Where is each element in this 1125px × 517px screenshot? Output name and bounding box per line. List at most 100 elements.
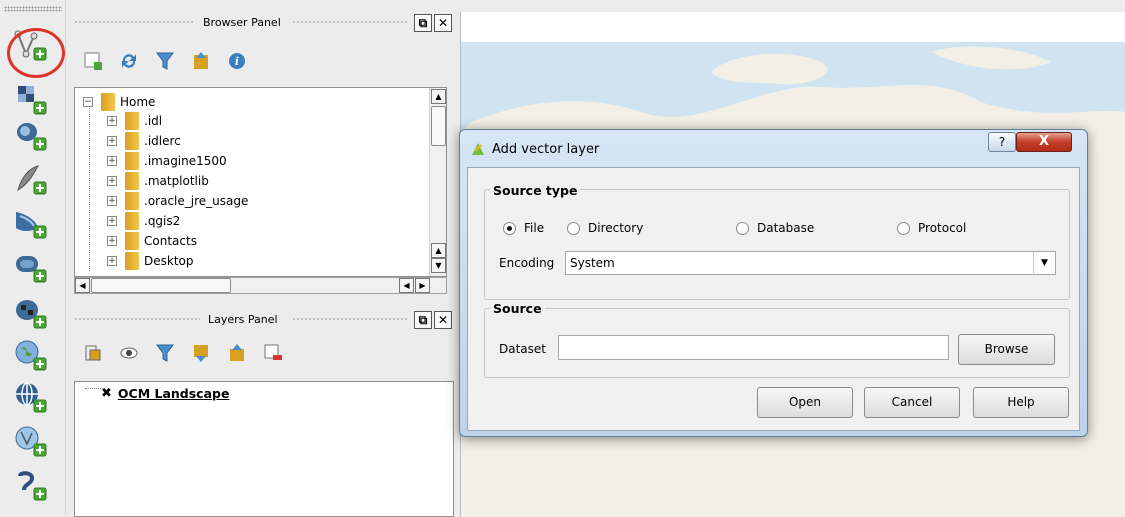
layers-panel-title: Layers Panel (208, 313, 278, 326)
scroll-up-icon[interactable]: ▲ (431, 89, 446, 104)
add-delimited-text-layer-button[interactable] (12, 468, 52, 504)
cancel-button[interactable]: Cancel (864, 387, 960, 418)
refresh-button[interactable] (116, 48, 142, 74)
add-selected-layers-button[interactable] (80, 48, 106, 74)
scroll-right-icon[interactable]: ▶ (415, 278, 430, 293)
scroll-left-icon[interactable]: ◀ (399, 278, 414, 293)
folder-icon (125, 132, 139, 150)
svg-text:i: i (235, 55, 239, 68)
filter-legend-button[interactable] (152, 340, 178, 366)
tree-row[interactable]: + .imagine1500 (107, 151, 227, 171)
open-layer-styling-icon (85, 345, 101, 361)
tree-row[interactable]: + .idl (107, 111, 162, 131)
radio-label: Database (757, 221, 815, 235)
collapse-all-button[interactable] (224, 340, 250, 366)
toolbar-grip[interactable] (4, 6, 62, 12)
radio-protocol[interactable]: Protocol (897, 221, 966, 235)
folder-icon (125, 192, 139, 210)
tree-vertical-scrollbar[interactable]: ▲ ▲ ▼ (429, 88, 446, 276)
layer-visibility-checkbox[interactable]: ✖ (101, 386, 112, 401)
expand-toggle-icon[interactable]: + (107, 216, 117, 226)
browse-button[interactable]: Browse (958, 334, 1055, 365)
tree-row[interactable]: + .matplotlib (107, 171, 209, 191)
expand-toggle-icon[interactable]: + (107, 136, 117, 146)
tree-line (89, 102, 90, 272)
browser-tree[interactable]: − Home + .idl + .idlerc + .imagine1500 +… (74, 87, 447, 277)
tree-line (85, 388, 101, 389)
collapse-toggle-icon[interactable]: − (83, 97, 93, 107)
scroll-thumb[interactable] (431, 106, 446, 146)
add-wms-layer-button[interactable] (12, 338, 52, 374)
layers-panel-titlebar[interactable]: Layers Panel ⧉ ✕ (70, 310, 454, 330)
expand-toggle-icon[interactable]: + (107, 256, 117, 266)
titlebar-grip (74, 317, 200, 322)
add-mssql-layer-button[interactable] (12, 206, 52, 242)
radio-directory[interactable]: Directory (567, 221, 643, 235)
filter-icon (156, 52, 174, 70)
add-postgis-layer-icon (17, 123, 47, 151)
collapse-all-button[interactable] (188, 48, 214, 74)
radio-database[interactable]: Database (736, 221, 814, 235)
folder-icon (125, 232, 139, 250)
tree-row-root[interactable]: − Home (83, 92, 155, 112)
close-panel-button[interactable]: ✕ (434, 14, 452, 32)
encoding-value: System (570, 256, 615, 270)
expand-toggle-icon[interactable]: + (107, 236, 117, 246)
dialog-body: Source type File Directory Database Prot… (467, 167, 1080, 431)
manage-map-themes-button[interactable] (116, 340, 142, 366)
scroll-left-icon[interactable]: ◀ (75, 278, 90, 293)
radio-file[interactable]: File (503, 221, 544, 235)
remove-layer-button[interactable] (260, 340, 286, 366)
source-type-label: Source type (490, 183, 581, 198)
encoding-select[interactable]: System ▼ (565, 251, 1056, 275)
add-raster-layer-button[interactable] (12, 82, 52, 118)
expand-toggle-icon[interactable]: + (107, 196, 117, 206)
layer-row[interactable]: ✖ OCM Landscape (101, 386, 229, 401)
float-panel-button[interactable]: ⧉ (414, 311, 432, 329)
add-db2-layer-icon (16, 300, 47, 329)
scroll-thumb[interactable] (91, 278, 231, 293)
scroll-down-icon[interactable]: ▼ (431, 258, 446, 273)
add-wfs-layer-button[interactable] (12, 424, 52, 460)
expand-toggle-icon[interactable]: + (107, 116, 117, 126)
add-spatialite-layer-icon (17, 165, 47, 195)
dataset-input[interactable] (558, 335, 949, 360)
close-panel-button[interactable]: ✕ (434, 311, 452, 329)
add-spatialite-layer-button[interactable] (12, 162, 52, 198)
add-vector-layer-dialog: Add vector layer ? X Source type File Di… (459, 129, 1088, 437)
tree-row[interactable]: + Contacts (107, 231, 197, 251)
chevron-down-icon: ▼ (1033, 252, 1055, 274)
help-button[interactable]: Help (973, 387, 1069, 418)
properties-button[interactable]: i (224, 48, 250, 74)
open-layer-styling-button[interactable] (80, 340, 106, 366)
add-postgis-layer-button[interactable] (12, 118, 52, 154)
tree-horizontal-scrollbar[interactable]: ◀ ◀ ▶ (74, 277, 447, 294)
expand-toggle-icon[interactable]: + (107, 156, 117, 166)
tree-row[interactable]: + .qgis2 (107, 211, 180, 231)
tree-row[interactable]: + Desktop (107, 251, 194, 271)
open-button[interactable]: Open (757, 387, 853, 418)
float-panel-button[interactable]: ⧉ (414, 14, 432, 32)
folder-icon (125, 152, 139, 170)
titlebar-grip (292, 20, 408, 25)
dataset-label: Dataset (499, 342, 546, 356)
layers-list[interactable]: ✖ OCM Landscape (74, 381, 454, 517)
radio-dot (736, 221, 749, 235)
refresh-icon (122, 54, 136, 68)
dialog-help-button[interactable]: ? (988, 132, 1016, 152)
add-wcs-layer-button[interactable] (12, 380, 52, 416)
add-oracle-layer-button[interactable] (12, 250, 52, 286)
add-db2-layer-button[interactable] (12, 296, 52, 332)
expand-all-button[interactable] (188, 340, 214, 366)
tree-row[interactable]: + .oracle_jre_usage (107, 191, 248, 211)
collapse-all-icon (194, 52, 208, 69)
expand-toggle-icon[interactable]: + (107, 176, 117, 186)
add-delimited-text-layer-icon (18, 471, 47, 501)
scroll-up-icon[interactable]: ▲ (431, 243, 446, 258)
filter-button[interactable] (152, 48, 178, 74)
radio-dot (897, 221, 910, 235)
tree-row[interactable]: + .idlerc (107, 131, 181, 151)
dialog-close-button[interactable]: X (1016, 132, 1072, 152)
browser-panel-titlebar[interactable]: Browser Panel ⧉ ✕ (70, 13, 454, 33)
browser-panel-title: Browser Panel (203, 16, 281, 29)
